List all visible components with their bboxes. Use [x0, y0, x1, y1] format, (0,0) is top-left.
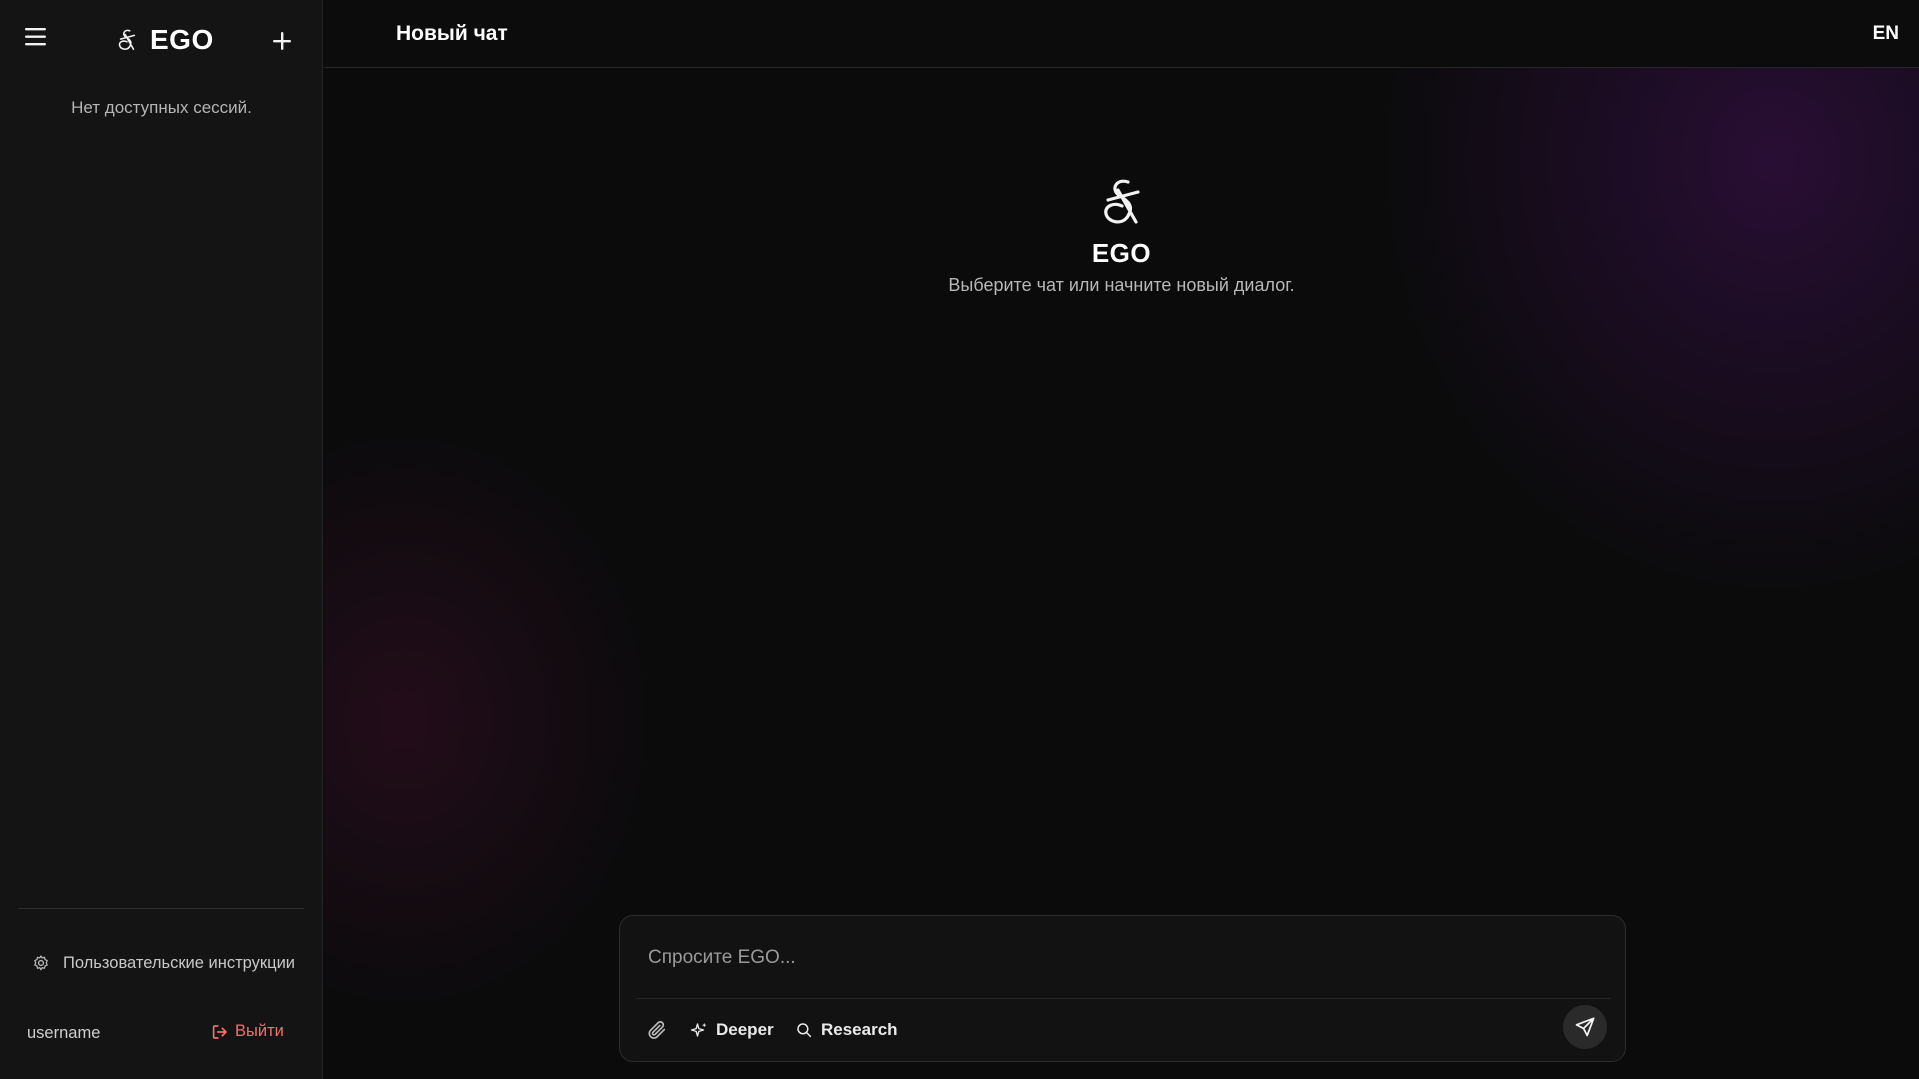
paperclip-icon — [648, 1021, 666, 1039]
custom-instructions-label: Пользовательские инструкции — [63, 954, 295, 972]
search-icon — [797, 1023, 812, 1038]
message-composer: Deeper Research — [619, 915, 1626, 1062]
hero-title: EGO — [1091, 238, 1152, 268]
hero-subtitle: Выберите чат или начните новый диалог. — [948, 275, 1295, 295]
logout-button[interactable]: Выйти — [211, 1022, 284, 1041]
brand[interactable]: EGO — [116, 22, 214, 58]
message-input[interactable] — [646, 944, 1586, 972]
gear-icon — [34, 955, 48, 971]
plus-icon — [273, 32, 291, 50]
research-button[interactable]: Research — [795, 1016, 898, 1044]
send-icon — [1575, 1017, 1595, 1037]
topbar: Новый чат EN — [324, 0, 1919, 68]
logo-icon — [1103, 179, 1140, 224]
sparkle-icon — [690, 1022, 707, 1037]
chat-main: Новый чат EN EGO Выберите чат или начнит… — [324, 0, 1919, 1079]
deeper-label: Deeper — [716, 1020, 774, 1039]
brand-name: EGO — [150, 24, 214, 55]
sidebar: EGO Нет доступных сессий. Пользовательск… — [0, 0, 323, 1079]
logout-icon — [212, 1024, 227, 1039]
empty-sessions-message: Нет доступных сессий. — [71, 98, 252, 117]
composer-divider — [636, 998, 1611, 999]
deeper-button[interactable]: Deeper — [690, 1016, 774, 1044]
language-toggle[interactable]: EN — [1873, 23, 1899, 45]
send-button[interactable] — [1563, 1005, 1607, 1049]
research-label: Research — [821, 1020, 898, 1039]
logout-label: Выйти — [235, 1022, 284, 1040]
menu-icon — [25, 28, 46, 46]
sidebar-header: EGO — [0, 0, 323, 80]
attach-button[interactable] — [646, 1016, 668, 1044]
logo-icon — [118, 29, 136, 50]
custom-instructions-button[interactable]: Пользовательские инструкции — [24, 938, 300, 988]
page-title: Новый чат — [396, 22, 508, 45]
sidebar-divider — [18, 908, 304, 909]
username: username — [27, 1024, 101, 1042]
new-chat-button[interactable] — [268, 27, 296, 55]
menu-button[interactable] — [22, 24, 50, 50]
welcome-hero: EGO Выберите чат или начните новый диало… — [324, 176, 1919, 296]
